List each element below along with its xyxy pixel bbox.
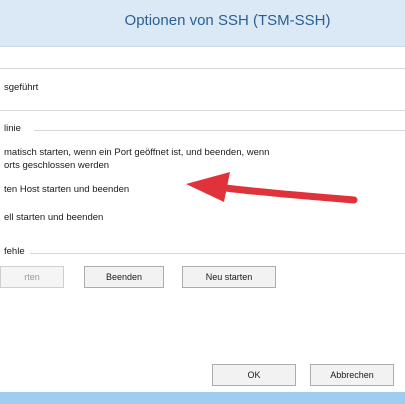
title-bar: Optionen von SSH (TSM-SSH)	[0, 0, 405, 47]
policy-option-auto-line1[interactable]: matisch starten, wenn ein Port geöffnet …	[4, 147, 269, 158]
actions-group-border	[30, 253, 405, 254]
start-button[interactable]: rten	[0, 266, 64, 288]
policy-option-auto-line2: orts geschlossen werden	[4, 160, 110, 171]
window-title: Optionen von SSH (TSM-SSH)	[124, 12, 331, 29]
ok-button[interactable]: OK	[212, 364, 296, 386]
policy-group-label: linie	[4, 123, 21, 134]
taskbar-strip	[0, 392, 405, 404]
cancel-button[interactable]: Abbrechen	[310, 364, 394, 386]
policy-option-with-host[interactable]: ten Host starten und beenden	[4, 184, 129, 195]
divider-top	[0, 68, 405, 69]
divider-status	[0, 110, 405, 111]
status-text: sgeführt	[4, 82, 39, 93]
actions-group-label: fehle	[4, 246, 25, 257]
restart-button[interactable]: Neu starten	[182, 266, 276, 288]
policy-group-border	[34, 130, 405, 131]
red-arrow-icon	[186, 172, 358, 204]
stop-button[interactable]: Beenden	[84, 266, 164, 288]
policy-option-manual[interactable]: ell starten und beenden	[4, 212, 103, 223]
